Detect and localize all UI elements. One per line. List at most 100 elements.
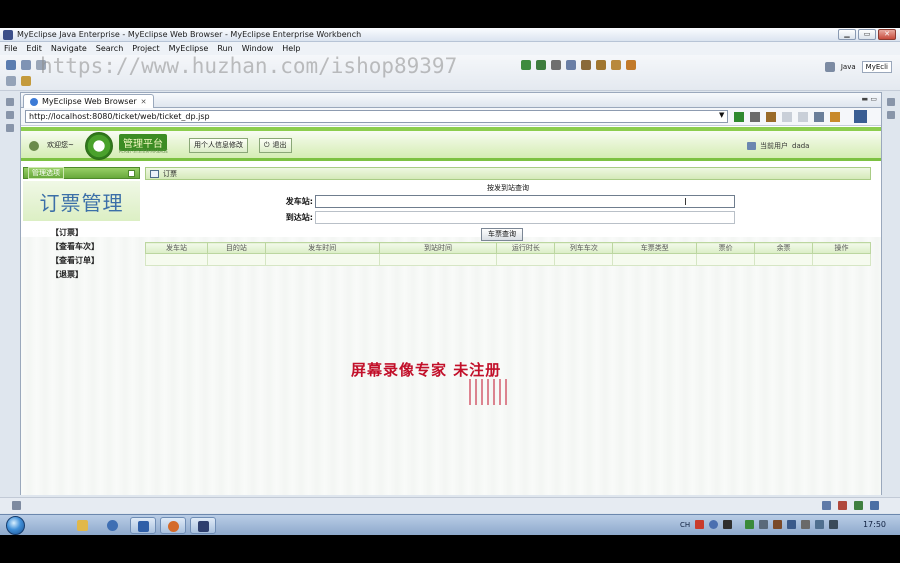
edit-profile-button[interactable]: 用个人信息修改 [189,138,248,153]
perspective-myeclipse[interactable]: MyEcli [861,61,892,73]
console-view-icon[interactable] [886,111,895,119]
menu-search[interactable]: Search [96,44,123,53]
wizard-icon[interactable] [626,60,636,70]
keyboard-icon[interactable] [723,520,733,529]
taskbar-myeclipse[interactable] [190,517,216,534]
from-station-input[interactable]: I [315,195,735,208]
table-cell [554,253,614,266]
volume-icon[interactable] [829,520,839,529]
sidebar-item-book[interactable]: 【订票】 [51,227,140,238]
outline-icon[interactable] [5,111,14,119]
search-icon[interactable] [566,60,576,70]
package-explorer-icon[interactable] [5,98,14,106]
menu-file[interactable]: File [4,44,17,53]
site-header: 欢迎您~ 管理平台 PLANT·SYSTEM·MANAGE 用个人信息修改 ⏻ … [21,127,881,161]
restore-view-icon[interactable] [886,98,895,106]
start-button[interactable] [6,516,25,535]
deploy-icon[interactable] [581,60,591,70]
perspective-java[interactable]: Java [841,63,856,71]
taskbar-explorer[interactable] [70,517,96,534]
new-icon[interactable] [6,60,16,70]
menu-project[interactable]: Project [132,44,159,53]
edit-profile-label: 用个人信息修改 [194,141,243,149]
server-icon[interactable] [596,60,606,70]
open-perspective-icon[interactable] [824,62,835,72]
help-icon[interactable] [709,520,719,529]
window-controls: ▁ ▭ ✕ [838,29,896,40]
maximize-button[interactable]: ▭ [858,29,876,40]
run-icon[interactable] [521,60,531,70]
refresh-icon[interactable] [830,111,840,122]
ticket-query-button[interactable]: 车票查询 [481,228,523,241]
letterbox-bottom [0,535,900,563]
status-icon-2[interactable] [838,501,847,510]
menu-edit[interactable]: Edit [26,44,42,53]
settings-icon[interactable] [750,111,760,122]
debug-icon[interactable] [536,60,546,70]
menu-window[interactable]: Window [242,44,274,53]
url-input[interactable] [25,110,728,123]
forward-icon[interactable] [798,111,808,122]
editor-min-max[interactable]: ▬ ▭ [862,95,877,103]
sidebar-title-bar: 管理选项 [23,167,140,179]
section-title: 订票 [163,169,177,178]
status-icon-1[interactable] [822,501,831,510]
col-arrival-time: 到站时间 [378,242,498,254]
table-cell [206,253,266,266]
user-icon [29,141,39,151]
sidebar-item-refund[interactable]: 【退票】 [51,269,140,280]
go-icon[interactable] [734,111,744,122]
external-tools-icon[interactable] [551,60,561,70]
status-icon-4[interactable] [870,501,879,510]
app-tray-icon[interactable] [773,520,783,529]
sidebar-item-orders[interactable]: 【查看订单】 [51,255,140,266]
welcome-text: 欢迎您~ [47,141,74,149]
ime-icon[interactable] [695,520,705,529]
clock[interactable]: 17:50 [863,520,886,529]
table-cell [145,253,208,266]
url-dropdown-icon[interactable]: ▼ [719,111,724,119]
shield-icon[interactable] [759,520,769,529]
status-icon-3[interactable] [854,501,863,510]
close-button[interactable]: ✕ [878,29,896,40]
back-icon[interactable] [782,111,792,122]
tools-icon[interactable] [766,111,776,122]
stop-icon[interactable] [814,111,824,122]
current-user-info: 当前用户 dada [747,141,809,151]
display-icon[interactable] [815,520,825,529]
battery-icon[interactable] [745,520,755,529]
col-ticket-type: 车票类型 [612,242,698,254]
fast-view-icon[interactable] [12,501,21,510]
input-language[interactable]: CH [680,521,690,529]
menu-help[interactable]: Help [282,44,300,53]
sidebar-item-trains[interactable]: 【查看车次】 [51,241,140,252]
save-icon[interactable] [21,60,31,70]
tab-web-browser[interactable]: MyEclipse Web Browser ✕ [23,94,154,108]
minimize-button[interactable]: ▁ [838,29,856,40]
window-title: MyEclipse Java Enterprise - MyEclipse We… [17,30,362,39]
menu-run[interactable]: Run [217,44,232,53]
current-user-label: 当前用户 [760,142,788,150]
toolbar-row-2 [6,73,31,89]
taskbar-media[interactable] [100,517,126,534]
browser-icon[interactable] [611,60,621,70]
network-icon[interactable] [787,520,797,529]
watermark-bars [469,379,509,405]
editor-tabbar: MyEclipse Web Browser ✕ ▬ ▭ [21,93,881,108]
forward-history-icon[interactable] [21,76,31,86]
flag-icon[interactable] [801,520,811,529]
taskbar-firefox[interactable] [160,517,186,534]
col-remaining: 余票 [754,242,814,254]
collapse-icon[interactable] [128,170,135,177]
tab-close-icon[interactable]: ✕ [141,98,147,106]
menu-myeclipse[interactable]: MyEclipse [169,44,209,53]
back-history-icon[interactable] [6,76,16,86]
taskbar-word[interactable] [130,517,156,534]
logout-button[interactable]: ⏻ 退出 [259,138,292,153]
menubar: File Edit Navigate Search Project MyEcli… [0,42,900,55]
to-station-input[interactable] [315,211,735,224]
window-titlebar: MyEclipse Java Enterprise - MyEclipse We… [0,28,900,42]
hierarchy-icon[interactable] [5,124,14,132]
menu-navigate[interactable]: Navigate [51,44,87,53]
print-icon[interactable] [36,60,46,70]
